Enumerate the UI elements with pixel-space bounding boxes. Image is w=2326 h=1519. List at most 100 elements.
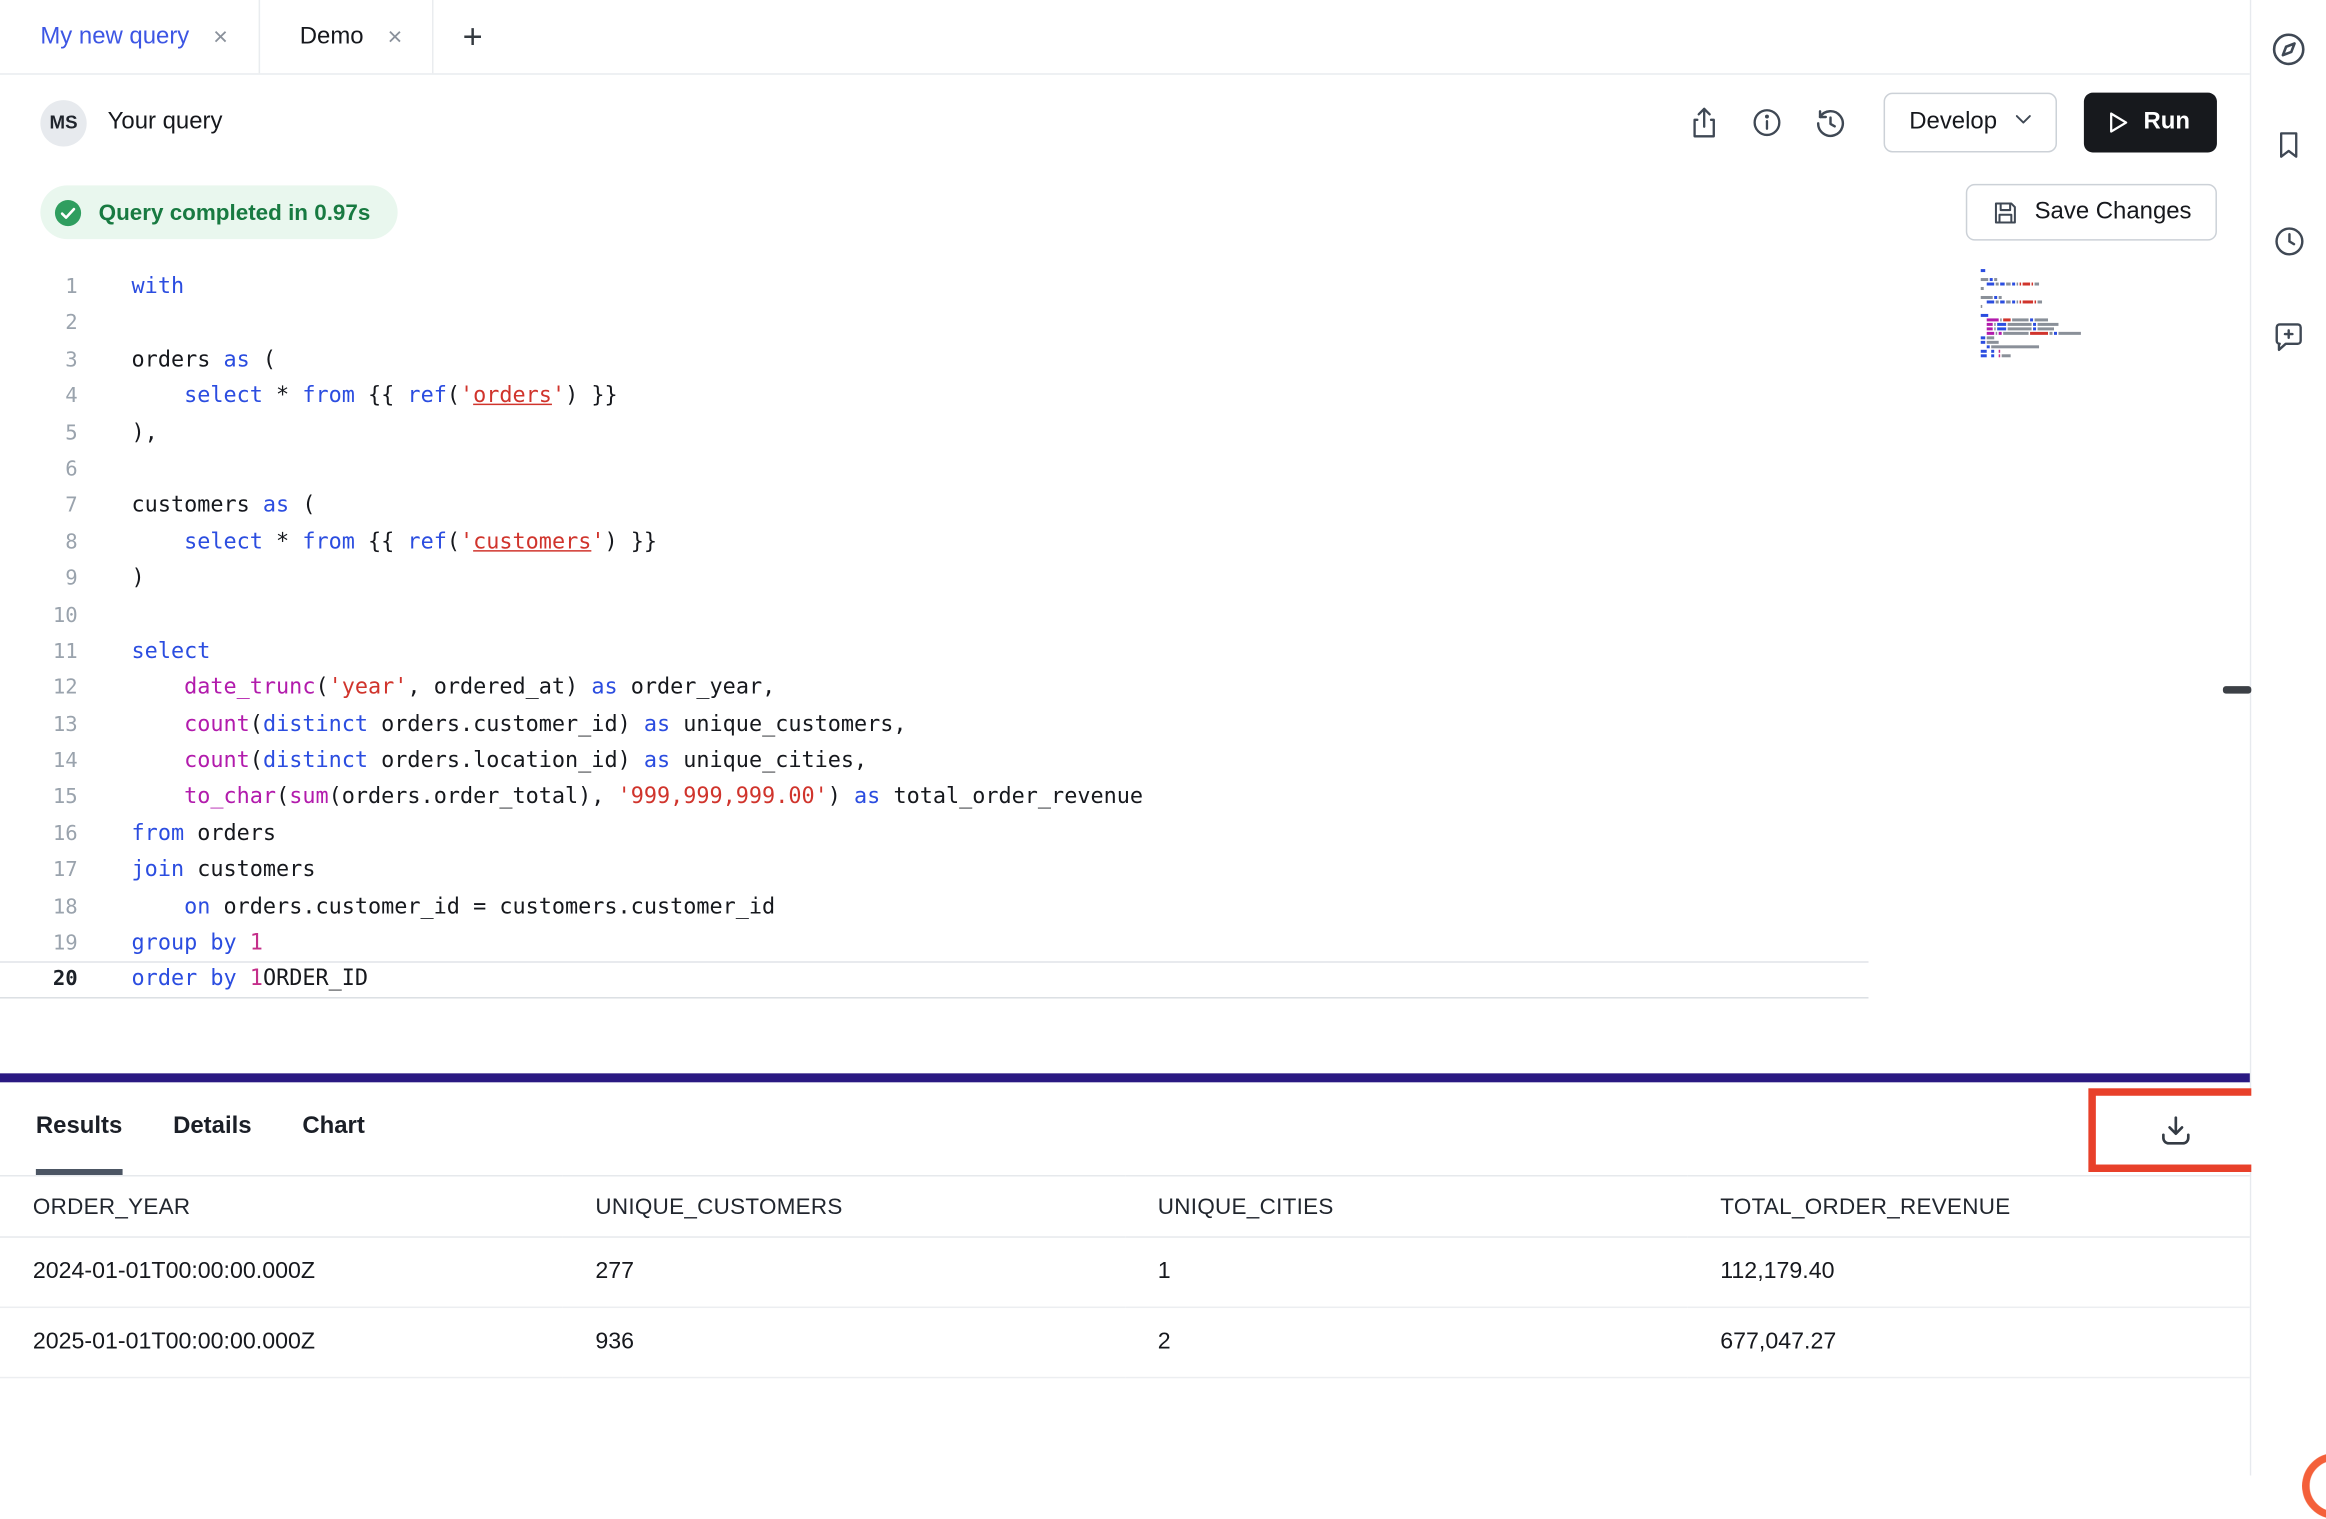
line-number: 19 xyxy=(0,925,78,961)
code-line-5[interactable]: 5), xyxy=(0,415,1869,451)
code-editor[interactable]: 1with23orders as (4 select * from {{ ref… xyxy=(0,254,2250,1073)
new-tab-button[interactable]: + xyxy=(434,0,512,73)
tab-demo[interactable]: Demo × xyxy=(259,0,433,73)
code-line-2[interactable]: 2 xyxy=(0,306,1869,342)
tab-chart[interactable]: Chart xyxy=(302,1082,364,1175)
compass-icon[interactable] xyxy=(2263,24,2314,75)
download-button[interactable] xyxy=(2146,1100,2206,1160)
tab-label: Demo xyxy=(300,23,364,50)
column-header-total_order_revenue: TOTAL_ORDER_REVENUE xyxy=(1687,1176,2249,1237)
save-label: Save Changes xyxy=(2035,199,2192,226)
line-number: 4 xyxy=(0,378,78,414)
code-line-17[interactable]: 17join customers xyxy=(0,852,1869,888)
develop-dropdown[interactable]: Develop xyxy=(1884,93,2057,153)
code-text: date_trunc('year', ordered_at) as order_… xyxy=(78,670,775,706)
editor-minimap[interactable] xyxy=(1981,269,2089,359)
line-number: 14 xyxy=(0,743,78,779)
code-text: ) xyxy=(78,561,145,597)
code-text: select xyxy=(78,634,211,670)
close-icon[interactable]: × xyxy=(213,24,228,49)
table-cell: 2024-01-01T00:00:00.000Z xyxy=(0,1237,562,1307)
results-table: ORDER_YEARUNIQUE_CUSTOMERSUNIQUE_CITIEST… xyxy=(0,1175,2250,1378)
code-line-18[interactable]: 18 on orders.customer_id = customers.cus… xyxy=(0,889,1869,925)
editor-tab-bar: My new query × Demo × + xyxy=(0,0,2250,75)
code-text: count(distinct orders.customer_id) as un… xyxy=(78,707,907,743)
tab-my-new-query[interactable]: My new query × xyxy=(0,0,259,73)
download-icon xyxy=(2157,1111,2194,1148)
chat-add-icon[interactable] xyxy=(2263,311,2314,362)
line-number: 10 xyxy=(0,597,78,633)
code-line-15[interactable]: 15 to_char(sum(orders.order_total), '999… xyxy=(0,780,1869,816)
line-number: 8 xyxy=(0,524,78,560)
query-status-badge: Query completed in 0.97s xyxy=(40,185,397,239)
query-status-text: Query completed in 0.97s xyxy=(99,200,371,225)
code-line-8[interactable]: 8 select * from {{ ref('customers') }} xyxy=(0,524,1869,560)
table-cell: 936 xyxy=(562,1307,1124,1377)
save-icon xyxy=(1991,198,2019,226)
column-header-unique_cities: UNIQUE_CITIES xyxy=(1125,1176,1687,1237)
right-sidebar xyxy=(2251,0,2326,1475)
code-line-6[interactable]: 6 xyxy=(0,451,1869,487)
code-line-3[interactable]: 3orders as ( xyxy=(0,342,1869,378)
tab-details[interactable]: Details xyxy=(173,1082,251,1175)
code-text: select * from {{ ref('orders') }} xyxy=(78,378,618,414)
table-cell: 2 xyxy=(1125,1307,1687,1377)
code-line-7[interactable]: 7customers as ( xyxy=(0,488,1869,524)
code-line-20[interactable]: 20order by 1ORDER_ID xyxy=(0,962,1869,998)
avatar[interactable]: MS xyxy=(40,99,86,145)
tab-results[interactable]: Results xyxy=(36,1082,122,1175)
play-icon xyxy=(2102,108,2132,138)
code-line-19[interactable]: 19group by 1 xyxy=(0,925,1869,961)
page-title: Your query xyxy=(108,109,223,136)
app-window: My new query × Demo × + MS Your query xyxy=(0,0,2326,1475)
results-tab-bar: Results Details Chart xyxy=(0,1082,2250,1175)
table-row[interactable]: 2025-01-01T00:00:00.000Z9362677,047.27 xyxy=(0,1307,2250,1377)
code-line-4[interactable]: 4 select * from {{ ref('orders') }} xyxy=(0,378,1869,414)
history-clock-icon[interactable] xyxy=(2263,215,2314,266)
table-row[interactable]: 2024-01-01T00:00:00.000Z2771112,179.40 xyxy=(0,1237,2250,1307)
code-text: count(distinct orders.location_id) as un… xyxy=(78,743,867,779)
code-line-1[interactable]: 1with xyxy=(0,269,1869,305)
table-header-row: ORDER_YEARUNIQUE_CUSTOMERSUNIQUE_CITIEST… xyxy=(0,1176,2250,1237)
code-text: orders as ( xyxy=(78,342,276,378)
code-text: from orders xyxy=(78,816,276,852)
code-text xyxy=(78,451,132,487)
code-text: with xyxy=(78,269,184,305)
scrollbar-thumb[interactable] xyxy=(2223,686,2251,693)
history-icon[interactable] xyxy=(1803,96,1857,150)
run-button[interactable]: Run xyxy=(2084,93,2217,153)
code-text: order by 1ORDER_ID xyxy=(78,962,368,998)
line-number: 3 xyxy=(0,342,78,378)
main-panel: My new query × Demo × + MS Your query xyxy=(0,0,2251,1475)
column-header-order_year: ORDER_YEAR xyxy=(0,1176,562,1237)
run-label: Run xyxy=(2144,109,2191,136)
query-header: MS Your query Develop Run xyxy=(0,75,2250,171)
line-number: 18 xyxy=(0,889,78,925)
line-number: 2 xyxy=(0,306,78,342)
code-text xyxy=(78,597,132,633)
share-icon[interactable] xyxy=(1678,96,1732,150)
table-cell: 112,179.40 xyxy=(1687,1237,2249,1307)
code-text: ), xyxy=(78,415,158,451)
line-number: 12 xyxy=(0,670,78,706)
code-line-14[interactable]: 14 count(distinct orders.location_id) as… xyxy=(0,743,1869,779)
line-number: 20 xyxy=(0,962,78,998)
code-line-9[interactable]: 9) xyxy=(0,561,1869,597)
line-number: 1 xyxy=(0,269,78,305)
code-line-16[interactable]: 16from orders xyxy=(0,816,1869,852)
chevron-down-icon xyxy=(2012,108,2034,138)
line-number: 13 xyxy=(0,707,78,743)
panel-splitter[interactable] xyxy=(0,1073,2250,1082)
code-line-10[interactable]: 10 xyxy=(0,597,1869,633)
code-line-12[interactable]: 12 date_trunc('year', ordered_at) as ord… xyxy=(0,670,1869,706)
code-text: select * from {{ ref('customers') }} xyxy=(78,524,657,560)
line-number: 17 xyxy=(0,852,78,888)
close-icon[interactable]: × xyxy=(388,24,403,49)
save-changes-button[interactable]: Save Changes xyxy=(1966,184,2217,241)
line-number: 16 xyxy=(0,816,78,852)
code-line-11[interactable]: 11select xyxy=(0,634,1869,670)
line-number: 11 xyxy=(0,634,78,670)
info-icon[interactable] xyxy=(1740,96,1794,150)
code-line-13[interactable]: 13 count(distinct orders.customer_id) as… xyxy=(0,707,1869,743)
bookmark-icon[interactable] xyxy=(2263,120,2314,171)
